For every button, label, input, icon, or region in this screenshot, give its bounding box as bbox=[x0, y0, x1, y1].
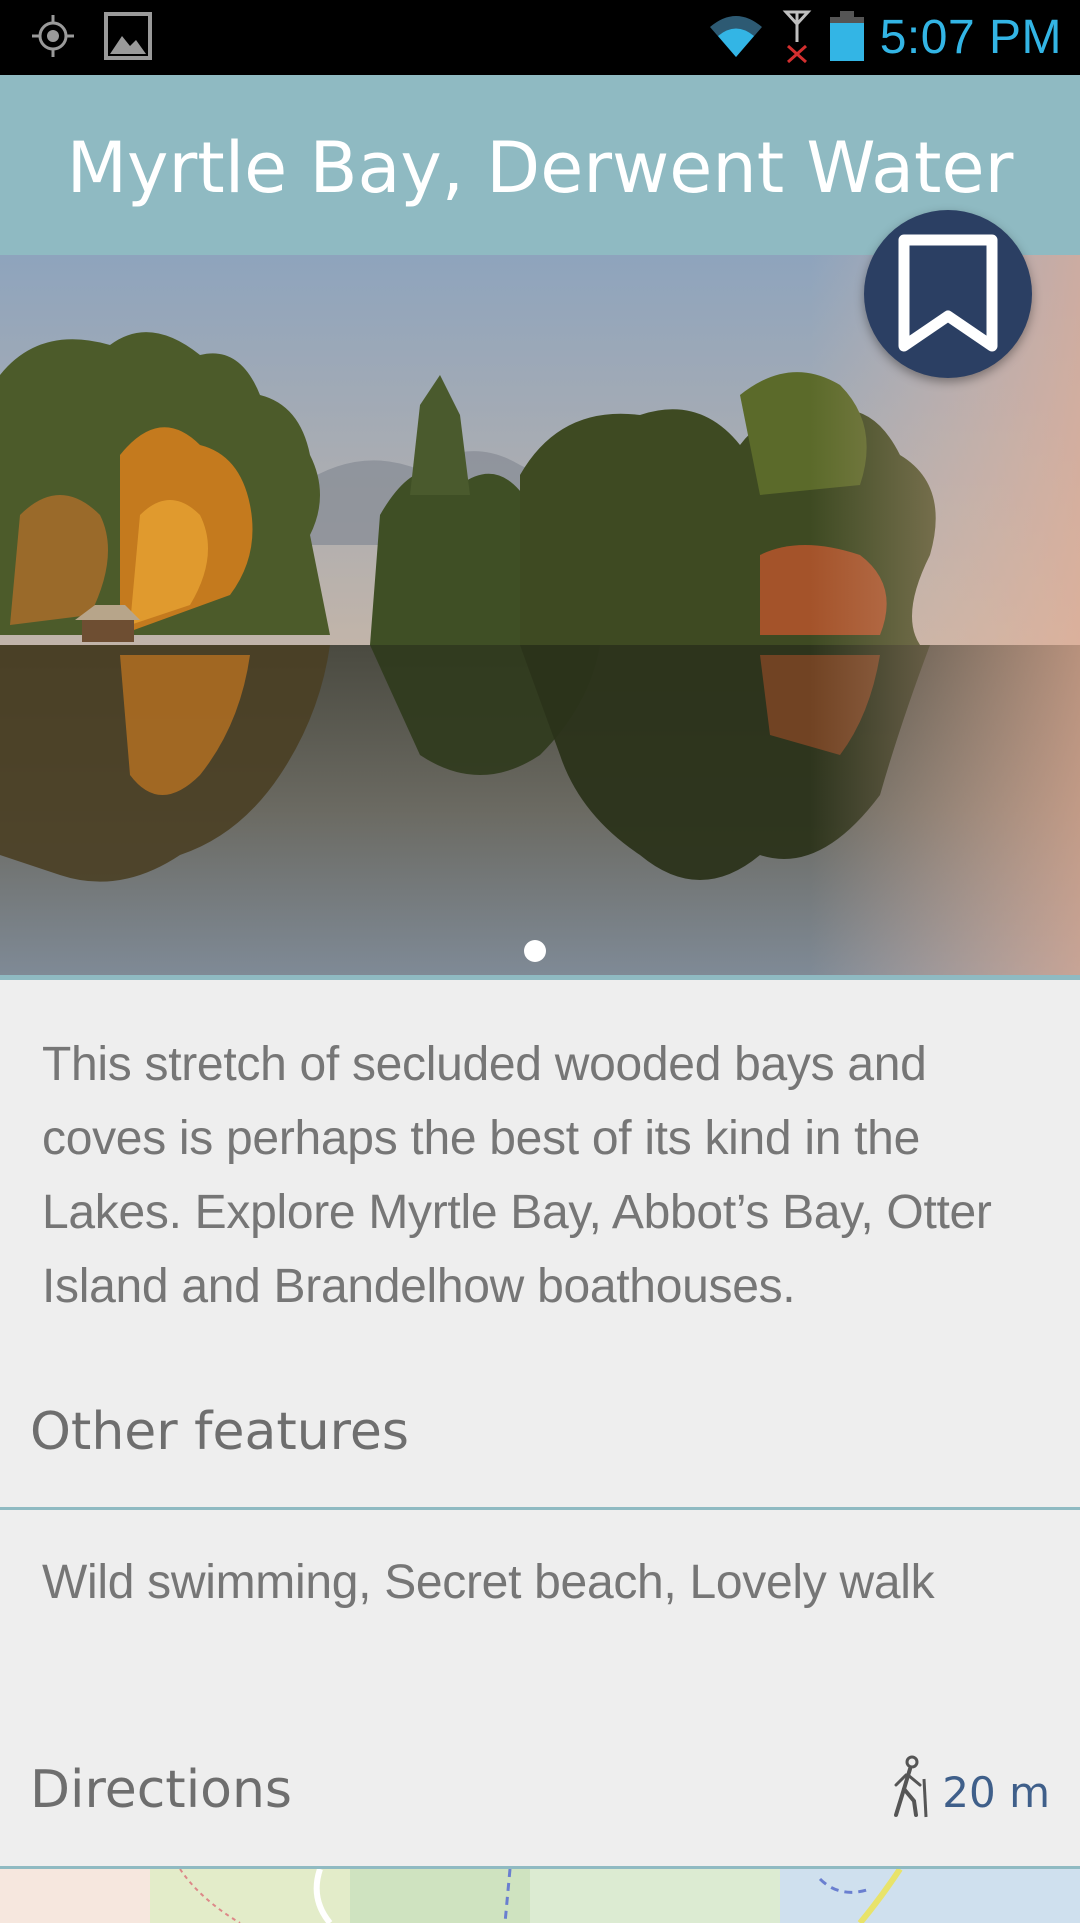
bookmark-icon bbox=[898, 234, 998, 352]
map-preview[interactable] bbox=[0, 1866, 1080, 1923]
battery-icon bbox=[828, 9, 866, 67]
page-indicator-dot[interactable] bbox=[524, 940, 546, 962]
bookmark-button[interactable] bbox=[864, 210, 1032, 378]
other-features-text: Wild swimming, Secret beach, Lovely walk bbox=[42, 1556, 935, 1609]
description-text: This stretch of secluded wooded bays and… bbox=[42, 1038, 992, 1313]
location-icon bbox=[30, 13, 76, 63]
status-time: 5:07 PM bbox=[879, 11, 1062, 64]
directions-title: Directions bbox=[30, 1760, 293, 1820]
walking-icon bbox=[886, 1755, 930, 1829]
other-features-title: Other features bbox=[30, 1402, 410, 1462]
status-bar: 5:07 PM bbox=[0, 0, 1080, 75]
gallery-icon bbox=[104, 11, 152, 64]
distance-value: 20 m bbox=[942, 1767, 1050, 1817]
section-divider bbox=[0, 1507, 1080, 1510]
hero-divider bbox=[0, 975, 1080, 980]
signal-icon bbox=[780, 8, 814, 68]
walking-distance: 20 m bbox=[886, 1755, 1050, 1829]
wifi-icon bbox=[706, 11, 766, 65]
page-title: Myrtle Bay, Derwent Water bbox=[66, 127, 1014, 209]
